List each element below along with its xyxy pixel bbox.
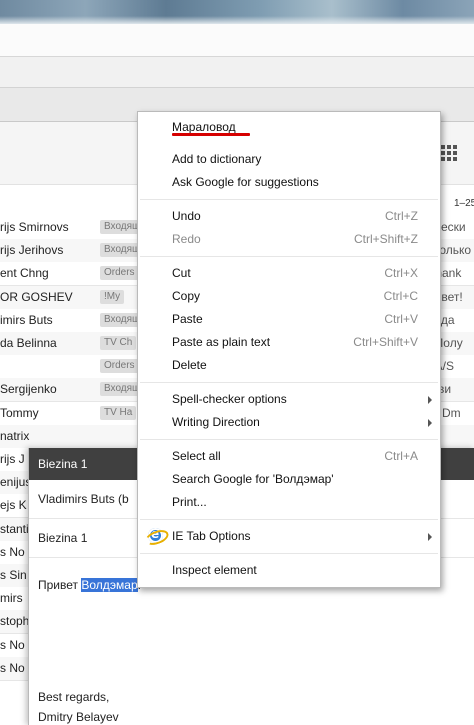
context-menu: Мараловод Add to dictionary Ask Google f… <box>137 111 441 588</box>
spell-underline <box>172 133 250 136</box>
paste-plain-item[interactable]: Paste as plain text Ctrl+Shift+V <box>138 331 440 354</box>
copy-item[interactable]: Copy Ctrl+C <box>138 285 440 308</box>
ie-tab-options-item[interactable]: IE Tab Options <box>138 525 440 548</box>
menu-separator <box>140 439 438 440</box>
sender-name: da Belinna <box>0 336 57 350</box>
inspect-element-item[interactable]: Inspect element <box>138 559 440 582</box>
sender-name: rijs Smirnovs <box>0 220 69 234</box>
sender-name: s No <box>0 660 25 675</box>
sender-name: stanti <box>0 521 29 536</box>
sender-name: Tommy <box>0 405 39 420</box>
paste-item[interactable]: Paste Ctrl+V <box>138 308 440 331</box>
print-item[interactable]: Print... <box>138 491 440 514</box>
submenu-arrow-icon <box>428 533 432 541</box>
sender-name: ent Chng <box>0 266 49 281</box>
sender-name: s No <box>0 637 25 652</box>
writing-direction-item[interactable]: Writing Direction <box>138 411 440 434</box>
body-prefix: Привет <box>38 578 82 592</box>
sender-name: Sergijenko <box>0 382 57 397</box>
sender-name: mirs <box>0 591 23 606</box>
sender-name: natrix <box>0 428 30 443</box>
cut-item[interactable]: Cut Ctrl+X <box>138 262 440 285</box>
selected-word[interactable]: Волдэмар <box>81 578 138 592</box>
search-google-item[interactable]: Search Google for 'Волдэмар' <box>138 468 440 491</box>
browser-toolbar <box>0 57 474 88</box>
redo-item[interactable]: Redo Ctrl+Shift+Z <box>138 228 440 251</box>
select-all-item[interactable]: Select all Ctrl+A <box>138 445 440 468</box>
background-photo-strip <box>0 0 474 24</box>
label-chip[interactable]: TV Ch <box>100 336 137 350</box>
signature-line-2[interactable]: Dmitry Belayev <box>38 710 119 724</box>
submenu-arrow-icon <box>428 396 432 404</box>
menu-separator <box>140 519 438 520</box>
label-chip[interactable]: Входящие <box>100 382 140 397</box>
spelling-suggestion[interactable]: Мараловод <box>138 116 440 139</box>
sender-name: imirs Buts <box>0 312 53 327</box>
menu-separator <box>140 382 438 383</box>
message-body-line[interactable]: Привет Волдэмар. <box>38 578 141 592</box>
sender-name: s No <box>0 544 25 559</box>
label-chip[interactable]: Входящие <box>100 312 140 327</box>
sender-name: stoph <box>0 614 30 629</box>
undo-item[interactable]: Undo Ctrl+Z <box>138 205 440 228</box>
menu-separator <box>140 553 438 554</box>
ask-google-item[interactable]: Ask Google for suggestions <box>138 171 440 194</box>
to-value: Vladimirs Buts (b <box>38 492 129 506</box>
ie-logo-ring <box>143 527 171 548</box>
add-to-dictionary-item[interactable]: Add to dictionary <box>138 148 440 171</box>
subject-value: Biezina 1 <box>38 531 88 545</box>
menu-separator <box>140 199 438 200</box>
signature-line-1[interactable]: Best regards, <box>38 690 109 704</box>
label-chip[interactable]: Входящие <box>100 243 140 258</box>
label-chip[interactable]: Входящие <box>100 220 140 234</box>
label-chip[interactable]: Orders <box>100 266 139 281</box>
sender-name: s Sin <box>0 568 27 582</box>
sender-name: enijus <box>0 475 32 490</box>
sender-name: rijs Jerihovs <box>0 243 64 258</box>
label-chip[interactable]: TV Ha <box>100 405 137 420</box>
browser-tab-bar <box>0 24 474 57</box>
sender-name: rijs J <box>0 452 25 466</box>
delete-item[interactable]: Delete <box>138 354 440 377</box>
compose-title: Biezina 1 <box>38 457 88 471</box>
label-chip[interactable]: !My <box>100 289 125 304</box>
menu-separator <box>140 256 438 257</box>
sender-name: OR GOSHEV <box>0 289 73 304</box>
page-count: 1–25 <box>454 198 474 209</box>
sender-name: ejs K <box>0 498 27 513</box>
label-chip[interactable]: Orders <box>100 359 139 374</box>
apps-grid-icon[interactable] <box>441 145 457 161</box>
submenu-arrow-icon <box>428 419 432 427</box>
spell-checker-options-item[interactable]: Spell-checker options <box>138 388 440 411</box>
